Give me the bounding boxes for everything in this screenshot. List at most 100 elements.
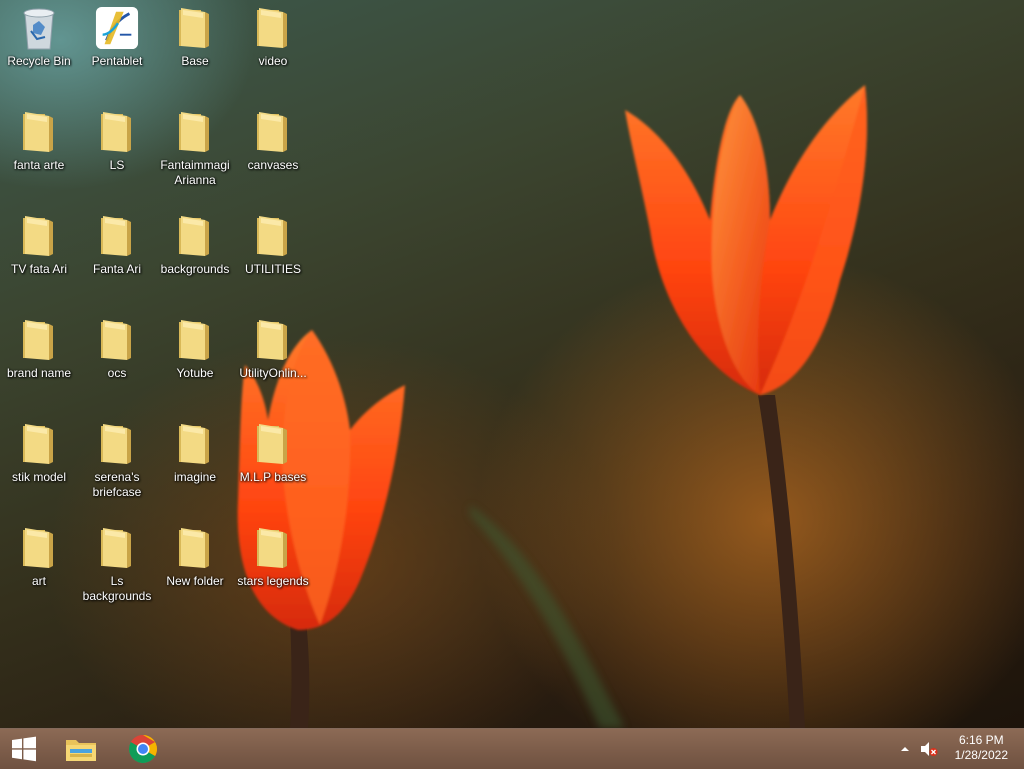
desktop-icon-imagine[interactable]: imagine <box>156 422 234 485</box>
desktop-icon-label: stik model <box>11 470 67 484</box>
desktop-icon-stars-legends[interactable]: stars legends <box>234 526 312 589</box>
desktop-icon-label: TV fata Ari <box>10 262 68 276</box>
desktop-icon-ls[interactable]: LS <box>78 110 156 173</box>
icon-glyph <box>95 526 139 570</box>
pentablet-icon <box>95 6 139 50</box>
desktop-icon-label: brand name <box>6 366 72 380</box>
file-explorer-button[interactable] <box>58 729 104 769</box>
icon-glyph <box>17 6 61 50</box>
desktop-icon-utilities[interactable]: UTILITIES <box>234 214 312 277</box>
desktop-icon-label: Pentablet <box>91 54 143 68</box>
icon-glyph <box>251 318 295 362</box>
icon-glyph <box>17 526 61 570</box>
icon-glyph <box>173 422 217 466</box>
start-button[interactable] <box>0 729 48 769</box>
desktop-icon-label: UtilityOnlin... <box>239 366 307 380</box>
icon-glyph <box>251 214 295 258</box>
folder-icon <box>257 112 287 152</box>
desktop-icon-label: serena's briefcase <box>92 470 142 499</box>
icon-glyph <box>17 318 61 362</box>
icon-glyph <box>17 422 61 466</box>
icon-glyph <box>251 422 295 466</box>
desktop-icon-tv-fata-ari[interactable]: TV fata Ari <box>0 214 78 277</box>
folder-icon <box>101 112 131 152</box>
icon-glyph <box>95 6 139 50</box>
recycle-bin-icon <box>23 8 55 50</box>
folder-icon <box>101 424 131 464</box>
icon-glyph <box>173 526 217 570</box>
desktop-icon-ls-backgrounds[interactable]: Ls backgrounds <box>78 526 156 604</box>
icon-glyph <box>173 318 217 362</box>
folder-icon <box>179 112 209 152</box>
desktop-icon-label: Fantaimmagi Arianna <box>160 158 230 187</box>
desktop-icon-label: ocs <box>107 366 127 380</box>
desktop-icon-art[interactable]: art <box>0 526 78 589</box>
desktop-icon-fantaimmagi-arianna[interactable]: Fantaimmagi Arianna <box>156 110 234 188</box>
desktop-icon-yotube[interactable]: Yotube <box>156 318 234 381</box>
icon-glyph <box>173 214 217 258</box>
folder-icon <box>101 320 131 360</box>
desktop-icon-label: canvases <box>247 158 299 172</box>
icon-glyph <box>251 6 295 50</box>
folder-icon <box>257 216 287 256</box>
icon-glyph <box>251 110 295 154</box>
desktop-icon-label: imagine <box>173 470 217 484</box>
desktop-icon-label: Recycle Bin <box>7 54 71 68</box>
desktop-icon-stik-model[interactable]: stik model <box>0 422 78 485</box>
desktop-icon-label: video <box>258 54 288 68</box>
chrome-button[interactable] <box>120 729 166 769</box>
folder-icon <box>179 216 209 256</box>
icon-glyph <box>95 214 139 258</box>
desktop-icon-label: LS <box>109 158 125 172</box>
windows-logo-icon <box>12 736 36 762</box>
folder-icon <box>101 216 131 256</box>
icon-glyph <box>17 214 61 258</box>
folder-icon <box>101 528 131 568</box>
clock[interactable]: 6:16 PM 1/28/2022 <box>955 733 1008 763</box>
show-hidden-icons-button[interactable] <box>896 729 914 769</box>
desktop-icon-label: backgrounds <box>160 262 230 276</box>
desktop-icon-label: Ls backgrounds <box>82 574 152 603</box>
folder-icon <box>257 320 287 360</box>
folder-icon <box>23 112 53 152</box>
folder-icon <box>257 424 287 464</box>
desktop-icon-label: UTILITIES <box>244 262 301 276</box>
desktop-icon-label: fanta arte <box>13 158 65 172</box>
icon-glyph <box>251 526 295 570</box>
desktop-icon-pentablet[interactable]: Pentablet <box>78 6 156 69</box>
desktop-icon-backgrounds[interactable]: backgrounds <box>156 214 234 277</box>
desktop-icon-recycle-bin[interactable]: Recycle Bin <box>0 6 78 69</box>
desktop[interactable]: Recycle Bin Pentablet Base video fanta arte L… <box>0 0 1024 728</box>
folder-icon <box>23 528 53 568</box>
desktop-icon-canvases[interactable]: canvases <box>234 110 312 173</box>
icon-glyph <box>173 110 217 154</box>
folder-icon <box>257 528 287 568</box>
desktop-icon-fanta-arte[interactable]: fanta arte <box>0 110 78 173</box>
desktop-icon-brand-name[interactable]: brand name <box>0 318 78 381</box>
desktop-icon-base[interactable]: Base <box>156 6 234 69</box>
desktop-icon-serena-s-briefcase[interactable]: serena's briefcase <box>78 422 156 500</box>
folder-icon <box>179 8 209 48</box>
folder-icon <box>23 216 53 256</box>
desktop-icon-utilityonlin[interactable]: UtilityOnlin... <box>234 318 312 381</box>
desktop-icon-new-folder[interactable]: New folder <box>156 526 234 589</box>
desktop-icon-label: Base <box>181 54 209 68</box>
desktop-icon-label: Yotube <box>176 366 214 380</box>
folder-icon <box>179 320 209 360</box>
desktop-icon-m-l-p-bases[interactable]: M.L.P bases <box>234 422 312 485</box>
taskbar: 6:16 PM 1/28/2022 <box>0 728 1024 769</box>
desktop-icon-ocs[interactable]: ocs <box>78 318 156 381</box>
desktop-icon-video[interactable]: video <box>234 6 312 69</box>
icon-glyph <box>95 318 139 362</box>
icon-glyph <box>17 110 61 154</box>
chrome-icon <box>129 735 157 763</box>
desktop-icon-label: art <box>31 574 46 588</box>
icon-glyph <box>173 6 217 50</box>
desktop-icon-label: stars legends <box>237 574 309 588</box>
desktop-icon-label: M.L.P bases <box>239 470 307 484</box>
desktop-icon-fanta-ari[interactable]: Fanta Ari <box>78 214 156 277</box>
volume-muted-icon <box>921 742 938 756</box>
volume-button[interactable] <box>918 729 940 769</box>
desktop-icon-label: New folder <box>166 574 224 588</box>
folder-icon <box>23 424 53 464</box>
